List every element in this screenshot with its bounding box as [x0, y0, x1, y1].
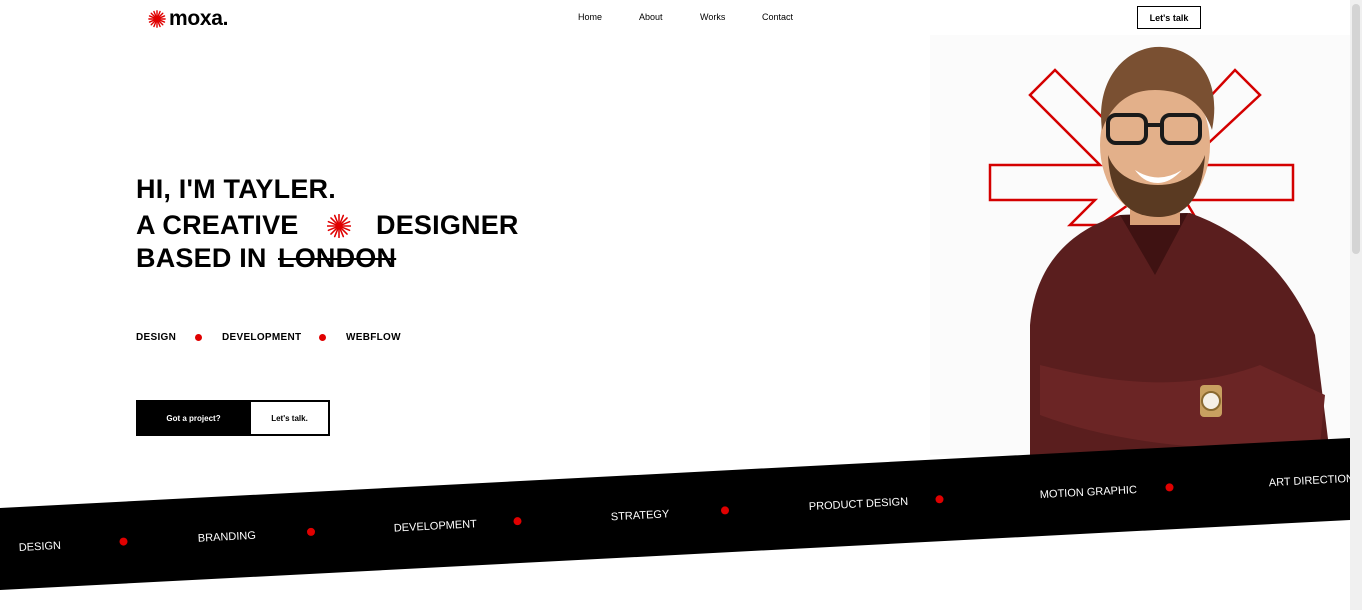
got-a-project-button[interactable]: Got a project?	[137, 401, 250, 435]
nav-about[interactable]: About	[639, 12, 663, 22]
ticker-item: MOTION GRAPHIC	[1040, 484, 1138, 501]
hero-creative: A CREATIVE	[136, 210, 299, 240]
logo-text: moxa.	[169, 7, 229, 30]
hero-location: LONDON	[278, 243, 397, 273]
skill-webflow: WEBFLOW	[346, 332, 401, 343]
hero-cta-group: Got a project? Let's talk.	[136, 400, 330, 436]
separator-dot	[319, 334, 326, 341]
burst-icon	[327, 214, 351, 238]
lets-talk-secondary-button[interactable]: Let's talk.	[250, 401, 329, 435]
portrait-image	[930, 35, 1350, 455]
ticker-item: PRODUCT DESIGN	[809, 496, 909, 513]
hero-greeting: HI, I'M TAYLER.	[136, 174, 336, 204]
ticker-separator-dot	[513, 517, 522, 526]
ticker-item: DEVELOPMENT	[394, 518, 478, 534]
skill-design: DESIGN	[136, 332, 177, 343]
lets-talk-button[interactable]: Let's talk	[1137, 6, 1201, 29]
ticker-separator-dot	[307, 527, 315, 536]
burst-icon	[148, 10, 166, 28]
nav-home[interactable]: Home	[578, 12, 602, 22]
ticker-item: DESIGN	[19, 540, 62, 554]
hero-designer: DESIGNER	[376, 210, 519, 240]
hero-based-in: BASED IN	[136, 243, 267, 273]
ticker-item: STRATEGY	[611, 508, 671, 523]
scrollbar-thumb[interactable]	[1352, 4, 1360, 254]
ticker-item: BRANDING	[198, 530, 257, 545]
ticker-separator-dot	[721, 506, 729, 515]
nav-works[interactable]: Works	[700, 12, 725, 22]
skill-development: DEVELOPMENT	[222, 332, 302, 343]
ticker-item: ART DIRECTION	[1269, 473, 1355, 489]
scrollbar[interactable]	[1350, 0, 1362, 610]
ticker-separator-dot	[119, 537, 128, 546]
nav-contact[interactable]: Contact	[762, 12, 793, 22]
logo[interactable]: moxa.	[148, 7, 229, 31]
ticker-separator-dot	[935, 495, 944, 504]
separator-dot	[195, 334, 202, 341]
ticker-separator-dot	[1165, 483, 1174, 492]
